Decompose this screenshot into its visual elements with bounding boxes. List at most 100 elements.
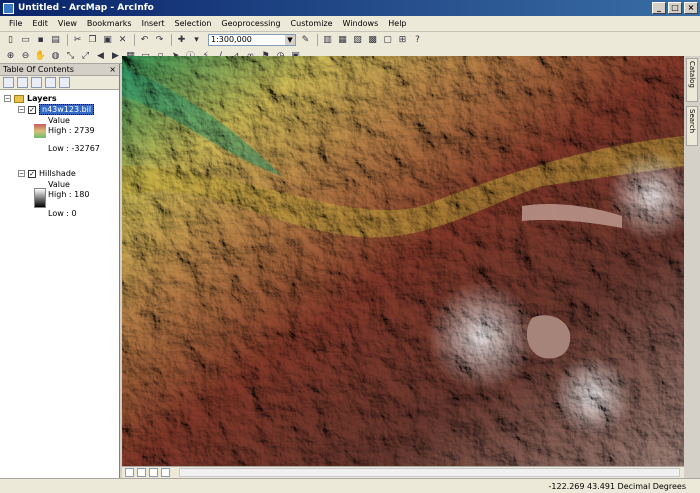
new-document-icon[interactable]: ▯ bbox=[4, 34, 17, 46]
menu-customize[interactable]: Customize bbox=[286, 17, 338, 31]
list-by-selection-icon[interactable] bbox=[45, 77, 56, 88]
list-by-drawing-order-icon[interactable] bbox=[3, 77, 14, 88]
toc-options-icon[interactable] bbox=[59, 77, 70, 88]
arcmap-app-icon bbox=[3, 2, 14, 14]
hillshade-overlay bbox=[122, 56, 684, 466]
title-bar: Untitled - ArcMap - ArcInfo _ □ × bbox=[0, 0, 700, 16]
whats-this-help-icon[interactable]: ? bbox=[411, 34, 424, 46]
layers-folder-icon bbox=[14, 94, 24, 103]
table-of-contents-window-icon[interactable]: ▥ bbox=[321, 34, 334, 46]
toc-title: Table Of Contents bbox=[3, 65, 74, 74]
legend-high-row: High : 2739 bbox=[48, 125, 95, 136]
pause-drawing-icon[interactable] bbox=[161, 468, 170, 477]
collapse-icon[interactable]: − bbox=[18, 106, 25, 113]
pan-hand-icon[interactable]: ✋ bbox=[34, 50, 47, 62]
catalog-window-icon[interactable]: ▦ bbox=[336, 34, 349, 46]
menu-help[interactable]: Help bbox=[383, 17, 411, 31]
model-builder-icon[interactable]: ⊞ bbox=[396, 34, 409, 46]
undo-icon[interactable]: ↶ bbox=[138, 34, 151, 46]
toc-close-icon[interactable]: × bbox=[109, 64, 116, 76]
toolbar-separator bbox=[134, 34, 135, 46]
menu-bookmarks[interactable]: Bookmarks bbox=[82, 17, 137, 31]
legend-low-label: Low : -32767 bbox=[48, 144, 100, 153]
menu-insert[interactable]: Insert bbox=[137, 17, 170, 31]
window-title: Untitled - ArcMap - ArcInfo bbox=[18, 3, 154, 13]
list-by-visibility-icon[interactable] bbox=[31, 77, 42, 88]
data-view-icon[interactable] bbox=[125, 468, 134, 477]
add-data-icon[interactable]: ✚ bbox=[175, 34, 188, 46]
legend-high-row: High : 180 bbox=[48, 189, 89, 200]
print-icon[interactable]: ▤ bbox=[49, 34, 62, 46]
menu-bar: File Edit View Bookmarks Insert Selectio… bbox=[0, 16, 700, 32]
menu-file[interactable]: File bbox=[4, 17, 27, 31]
legend-low-row: Low : 0 bbox=[48, 208, 77, 219]
search-tab[interactable]: Search bbox=[686, 106, 698, 146]
collapse-icon[interactable]: − bbox=[18, 170, 25, 177]
maximize-button[interactable]: □ bbox=[668, 2, 682, 14]
python-window-icon[interactable]: ▢ bbox=[381, 34, 394, 46]
redo-icon[interactable]: ↷ bbox=[153, 34, 166, 46]
catalog-tab[interactable]: Catalog bbox=[686, 58, 698, 102]
copy-icon[interactable]: ❐ bbox=[86, 34, 99, 46]
layer-visibility-checkbox[interactable]: ✓ bbox=[28, 169, 36, 178]
map-display[interactable] bbox=[122, 56, 684, 466]
toc-title-bar: Table Of Contents × bbox=[0, 64, 119, 76]
menu-geoprocessing[interactable]: Geoprocessing bbox=[216, 17, 285, 31]
fixed-zoom-in-icon[interactable]: ⤡ bbox=[64, 50, 77, 62]
toolbar-separator bbox=[171, 34, 172, 46]
delete-icon[interactable]: ✕ bbox=[116, 34, 129, 46]
close-button[interactable]: × bbox=[684, 2, 698, 14]
menu-windows[interactable]: Windows bbox=[338, 17, 384, 31]
menu-edit[interactable]: Edit bbox=[27, 17, 53, 31]
layer-row-hillshade[interactable]: − ✓ Hillshade bbox=[18, 168, 76, 179]
legend-low-row: Low : -32767 bbox=[48, 143, 100, 154]
table-of-contents-panel: Table Of Contents × − Layers − ✓ n43w123… bbox=[0, 64, 120, 478]
docked-window-tabs: Catalog Search bbox=[684, 56, 700, 476]
chevron-down-icon[interactable]: ▼ bbox=[285, 35, 295, 45]
layer-row-dem[interactable]: − ✓ n43w123.bil bbox=[18, 104, 95, 115]
elevation-color-ramp-swatch bbox=[34, 124, 46, 138]
catalog-tab-label: Catalog bbox=[688, 61, 696, 88]
map-scale-combobox[interactable]: 1:300,000 ▼ bbox=[208, 34, 296, 46]
layer-name-hillshade[interactable]: Hillshade bbox=[39, 169, 76, 178]
cursor-coordinates: -122.269 43.491 Decimal Degrees bbox=[548, 482, 687, 491]
data-frame-row[interactable]: − Layers bbox=[4, 93, 57, 104]
terrain-raster bbox=[122, 56, 684, 466]
toolbar-separator bbox=[67, 34, 68, 46]
collapse-icon[interactable]: − bbox=[4, 95, 11, 102]
legend-heading-text: Value bbox=[48, 180, 70, 189]
refresh-icon[interactable] bbox=[149, 468, 158, 477]
list-by-source-icon[interactable] bbox=[17, 77, 28, 88]
map-scale-value: 1:300,000 bbox=[211, 35, 252, 44]
fixed-zoom-out-icon[interactable]: ⤢ bbox=[79, 50, 92, 62]
toolbar-separator bbox=[317, 34, 318, 46]
horizontal-scrollbar[interactable] bbox=[179, 468, 680, 477]
paste-icon[interactable]: ▣ bbox=[101, 34, 114, 46]
legend-heading-text: Value bbox=[48, 116, 70, 125]
data-frame-name: Layers bbox=[27, 94, 57, 103]
search-window-icon[interactable]: ▧ bbox=[351, 34, 364, 46]
open-icon[interactable]: ▭ bbox=[19, 34, 32, 46]
status-bar: -122.269 43.491 Decimal Degrees bbox=[0, 478, 700, 493]
menu-selection[interactable]: Selection bbox=[170, 17, 217, 31]
legend-high-label: High : 180 bbox=[48, 190, 90, 199]
cut-icon[interactable]: ✂ bbox=[71, 34, 84, 46]
save-icon[interactable]: ▪ bbox=[34, 34, 47, 46]
legend-high-label: High : 2739 bbox=[48, 126, 95, 135]
back-arrow-icon[interactable]: ◀ bbox=[94, 50, 107, 62]
minimize-button[interactable]: _ bbox=[652, 2, 666, 14]
layout-view-icon[interactable] bbox=[137, 468, 146, 477]
menu-view[interactable]: View bbox=[53, 17, 82, 31]
arctoolbox-icon[interactable]: ▩ bbox=[366, 34, 379, 46]
zoom-in-icon[interactable]: ⊕ bbox=[4, 50, 17, 62]
zoom-out-icon[interactable]: ⊖ bbox=[19, 50, 32, 62]
layer-visibility-checkbox[interactable]: ✓ bbox=[28, 105, 36, 114]
add-data-dropdown-icon[interactable]: ▾ bbox=[190, 34, 203, 46]
full-extent-globe-icon[interactable]: ◍ bbox=[49, 50, 62, 62]
layer-name-dem[interactable]: n43w123.bil bbox=[39, 104, 95, 115]
forward-arrow-icon[interactable]: ▶ bbox=[109, 50, 122, 62]
toc-toolbar bbox=[0, 76, 119, 90]
grayscale-ramp-swatch bbox=[34, 188, 46, 208]
editor-toolbar-icon[interactable]: ✎ bbox=[299, 34, 312, 46]
map-view-footer bbox=[122, 466, 684, 478]
